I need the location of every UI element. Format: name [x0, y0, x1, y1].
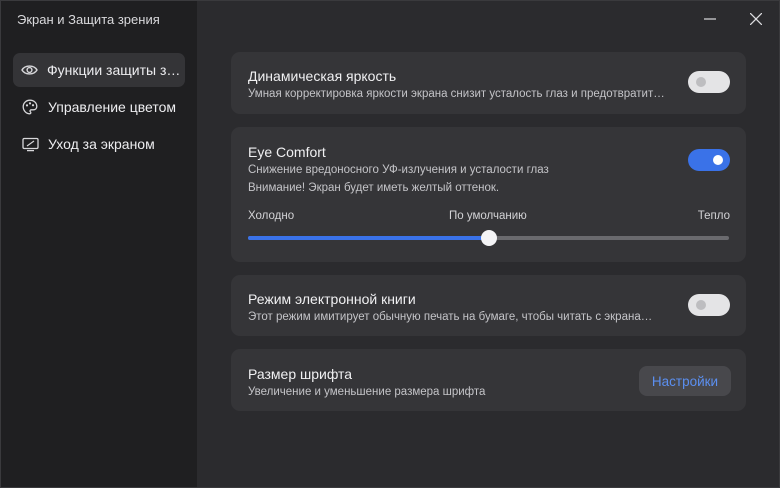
color-temperature-slider[interactable] — [248, 230, 729, 246]
eye-comfort-title: Eye Comfort — [248, 144, 326, 160]
ebook-mode-description: Этот режим имитирует обычную печать на б… — [248, 311, 653, 323]
ebook-mode-title: Режим электронной книги — [248, 291, 416, 307]
close-icon — [750, 13, 762, 25]
eye-comfort-warning: Внимание! Экран будет иметь желтый оттен… — [248, 182, 500, 194]
ebook-mode-toggle[interactable] — [688, 294, 730, 316]
palette-icon — [21, 98, 39, 116]
app-window: Экран и Защита зрения Функции защиты зре… — [0, 0, 780, 488]
dynamic-brightness-toggle[interactable] — [688, 71, 730, 93]
slider-fill — [248, 236, 489, 240]
eye-comfort-card: Eye Comfort Снижение вредоносного УФ-изл… — [231, 127, 746, 262]
dynamic-brightness-card: Динамическая яркость Умная корректировка… — [231, 52, 746, 114]
toggle-knob — [696, 77, 706, 87]
sidebar-item-label: Уход за экраном — [48, 136, 155, 152]
eye-comfort-description: Снижение вредоносного УФ-излучения и уст… — [248, 164, 549, 176]
sidebar-item-eye-protection[interactable]: Функции защиты зрения — [13, 53, 185, 87]
font-size-card: Размер шрифта Увеличение и уменьшение ра… — [231, 349, 746, 411]
sidebar: Экран и Защита зрения Функции защиты зре… — [1, 1, 197, 487]
sidebar-item-label: Управление цветом — [48, 99, 177, 115]
eye-comfort-toggle[interactable] — [688, 149, 730, 171]
sidebar-item-screen-care[interactable]: Уход за экраном — [13, 127, 185, 161]
slider-label-default: По умолчанию — [449, 210, 527, 222]
minimize-button[interactable] — [687, 1, 733, 37]
toggle-knob — [713, 155, 723, 165]
font-size-description: Увеличение и уменьшение размера шрифта — [248, 386, 486, 398]
window-controls — [687, 1, 779, 37]
sidebar-item-label: Функции защиты зрения — [47, 62, 185, 78]
app-title: Экран и Защита зрения — [17, 12, 160, 27]
slider-label-warm: Тепло — [697, 210, 730, 222]
ebook-mode-card: Режим электронной книги Этот режим имити… — [231, 275, 746, 336]
close-button[interactable] — [733, 1, 779, 37]
font-size-settings-button[interactable]: Настройки — [639, 366, 731, 396]
slider-label-cold: Холодно — [248, 210, 295, 222]
dynamic-brightness-description: Умная корректировка яркости экрана снизи… — [248, 88, 665, 100]
slider-thumb[interactable] — [480, 230, 497, 246]
toggle-knob — [696, 300, 706, 310]
font-size-title: Размер шрифта — [248, 366, 353, 382]
sidebar-nav: Функции защиты зрения Управление цветом … — [13, 53, 185, 164]
dynamic-brightness-title: Динамическая яркость — [248, 68, 397, 84]
monitor-icon — [21, 135, 39, 153]
minimize-icon — [704, 18, 716, 20]
sidebar-item-color-management[interactable]: Управление цветом — [13, 90, 185, 124]
eye-icon — [21, 61, 38, 79]
